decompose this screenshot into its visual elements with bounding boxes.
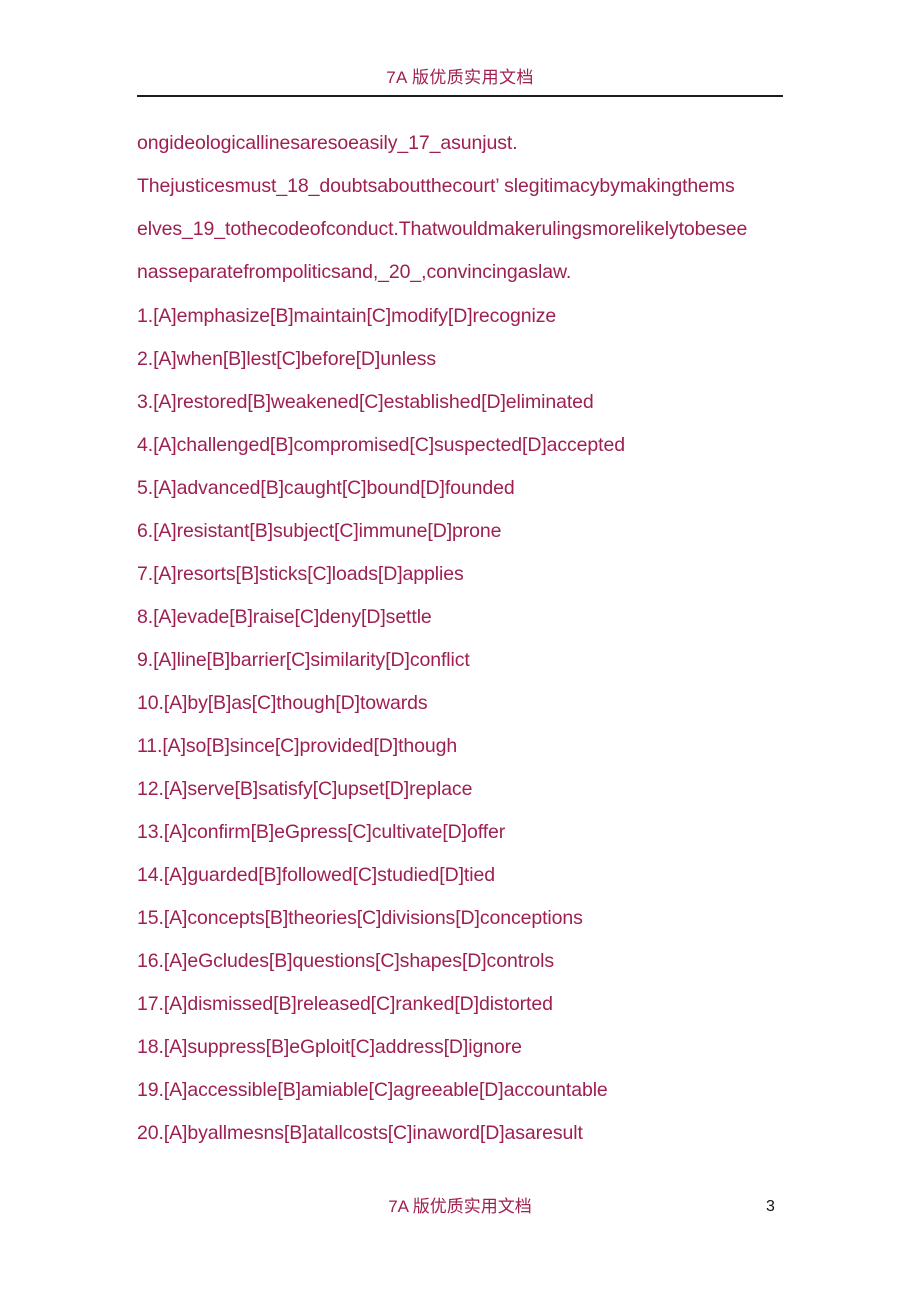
choice-item: 5.[A]advanced[B]caught[C]bound[D]founded (137, 477, 515, 499)
body-line: Thejusticesmust_18_doubtsaboutthecourt’ … (137, 175, 735, 197)
body-line: ongideologicallinesaresoeasily_17_asunju… (137, 132, 518, 154)
document-page: 7A 版优质实用文档 ongideologicallinesaresoeasil… (0, 0, 920, 1302)
choice-item: 13.[A]confirm[B]eGpress[C]cultivate[D]of… (137, 821, 506, 843)
choice-item: 20.[A]byallmesns[B]atallcosts[C]inaword[… (137, 1122, 583, 1144)
header-divider (137, 95, 783, 97)
choice-item: 19.[A]accessible[B]amiable[C]agreeable[D… (137, 1079, 608, 1101)
choice-item: 14.[A]guarded[B]followed[C]studied[D]tie… (137, 864, 495, 886)
page-footer: 7A 版优质实用文档 3 (0, 1196, 920, 1236)
choice-item: 7.[A]resorts[B]sticks[C]loads[D]applies (137, 563, 464, 585)
choice-item: 2.[A]when[B]lest[C]before[D]unless (137, 348, 437, 370)
choice-item: 3.[A]restored[B]weakened[C]established[D… (137, 391, 594, 413)
page-header: 7A 版优质实用文档 (137, 68, 783, 97)
body-line: nasseparatefrompoliticsand,_20_,convinci… (137, 261, 572, 283)
choice-item: 12.[A]serve[B]satisfy[C]upset[D]replace (137, 778, 473, 800)
choice-item: 11.[A]so[B]since[C]provided[D]though (137, 735, 458, 757)
footer-watermark-title: 7A 版优质实用文档 (388, 1197, 532, 1216)
choice-item: 18.[A]suppress[B]eGploit[C]address[D]ign… (137, 1036, 522, 1058)
page-number: 3 (766, 1198, 775, 1215)
choice-item: 9.[A]line[B]barrier[C]similarity[D]confl… (137, 649, 470, 671)
choice-item: 10.[A]by[B]as[C]though[D]towards (137, 692, 428, 714)
choice-item: 15.[A]concepts[B]theories[C]divisions[D]… (137, 907, 583, 929)
choice-item: 6.[A]resistant[B]subject[C]immune[D]pron… (137, 520, 502, 542)
header-watermark-title: 7A 版优质实用文档 (386, 68, 534, 87)
choice-item: 16.[A]eGcludes[B]questions[C]shapes[D]co… (137, 950, 555, 972)
choice-item: 8.[A]evade[B]raise[C]deny[D]settle (137, 606, 432, 628)
body-paragraph: ongideologicallinesaresoeasily_17_asunju… (137, 122, 797, 294)
choice-item: 17.[A]dismissed[B]released[C]ranked[D]di… (137, 993, 553, 1015)
choice-item: 1.[A]emphasize[B]maintain[C]modify[D]rec… (137, 305, 557, 327)
choice-list: 1.[A]emphasize[B]maintain[C]modify[D]rec… (137, 295, 817, 1155)
body-line: elves_19_tothecodeofconduct.Thatwouldmak… (137, 218, 748, 240)
choice-item: 4.[A]challenged[B]compromised[C]suspecte… (137, 434, 625, 456)
